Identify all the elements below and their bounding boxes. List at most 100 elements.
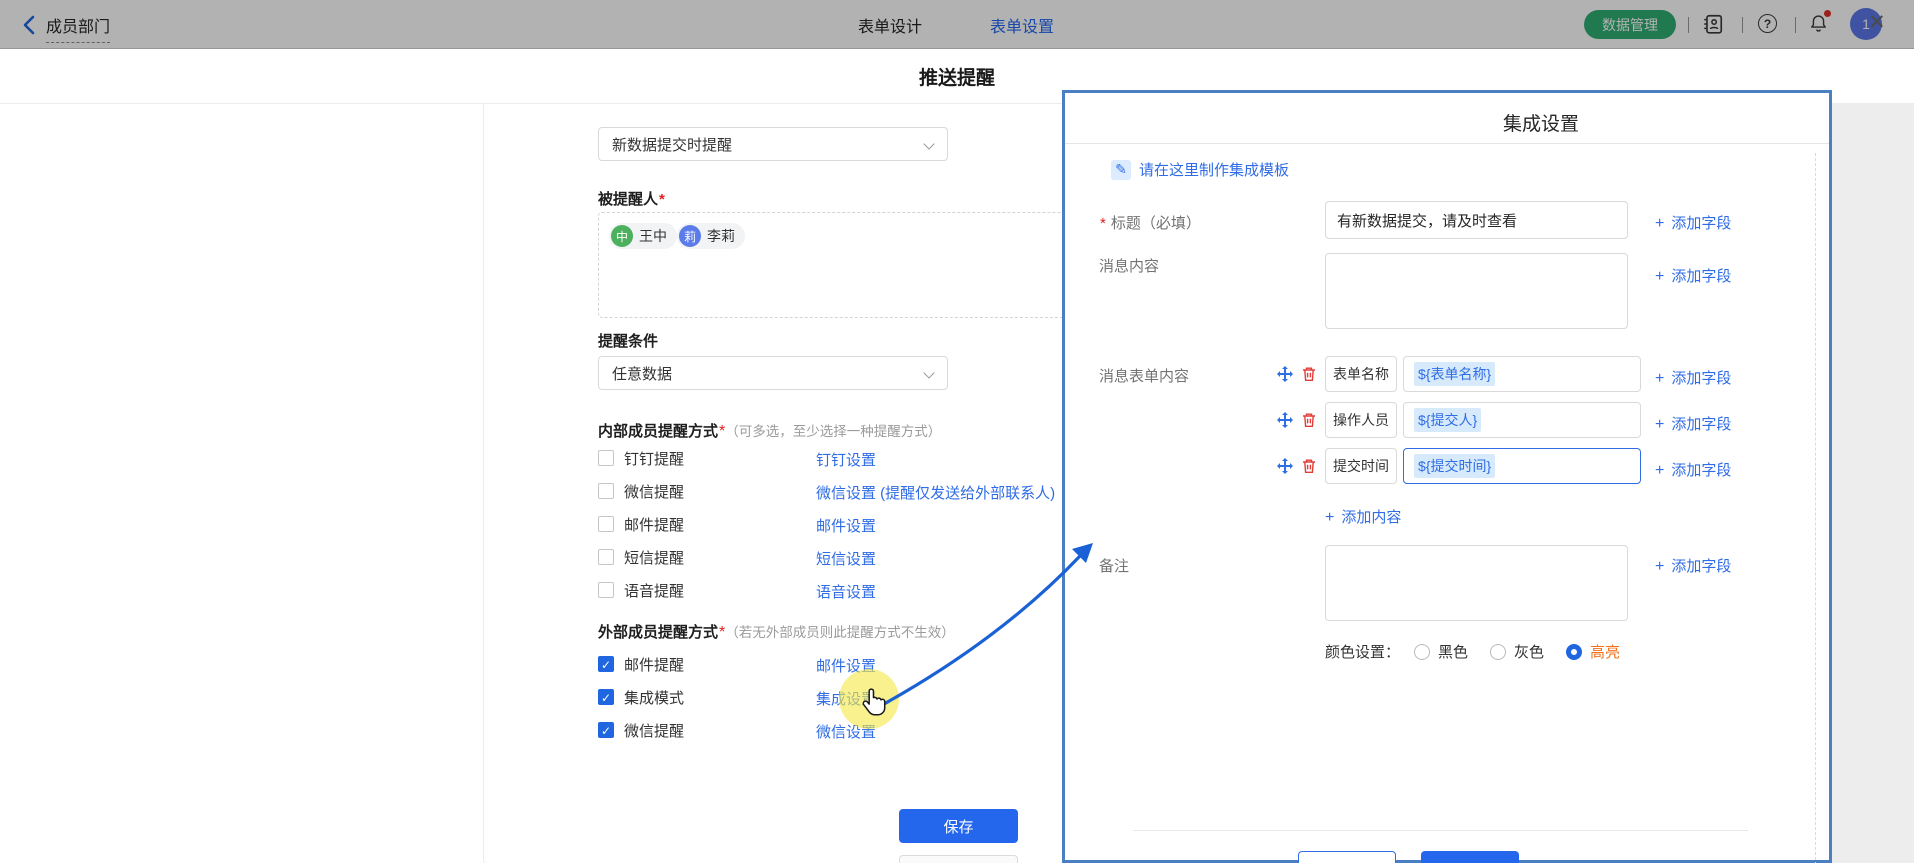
add-field-link[interactable]: +添加字段	[1655, 265, 1731, 286]
reminded-people-picker[interactable]: 中 王中 莉 李莉	[598, 212, 1084, 318]
form-content-row: 提交时间 ${提交时间}	[1277, 448, 1641, 484]
delete-icon[interactable]	[1301, 458, 1317, 474]
chevron-down-icon	[923, 367, 934, 378]
move-icon[interactable]	[1277, 412, 1293, 428]
integration-checkbox-checked[interactable]: ✓	[598, 689, 614, 705]
checkbox-label: 邮件提醒	[624, 514, 684, 535]
condition-value: 任意数据	[612, 363, 672, 384]
required-asterisk: *	[1100, 215, 1106, 232]
divider	[1742, 17, 1743, 33]
email-settings-link[interactable]: 邮件设置	[816, 515, 876, 536]
click-highlight	[839, 669, 899, 729]
delete-icon[interactable]	[1301, 412, 1317, 428]
condition-label: 提醒条件	[598, 330, 658, 351]
tab-form-settings[interactable]: 表单设置	[990, 13, 1054, 37]
sms-reminder-row: 短信提醒 短信设置	[598, 547, 1068, 567]
email-checkbox[interactable]	[598, 516, 614, 532]
sms-settings-link[interactable]: 短信设置	[816, 548, 876, 569]
wechat-settings-link[interactable]: 微信设置 (提醒仅发送给外部联系人)	[816, 482, 1055, 503]
field-name-box[interactable]: 操作人员	[1325, 402, 1397, 438]
integration-mode-row: ✓ 集成模式 集成设置	[598, 687, 1068, 707]
sms-checkbox[interactable]	[598, 549, 614, 565]
variable-input-focused[interactable]: ${提交时间}	[1403, 448, 1641, 484]
add-field-link[interactable]: +添加字段	[1655, 212, 1731, 233]
field-name-box[interactable]: 提交时间	[1325, 448, 1397, 484]
checkbox-label: 短信提醒	[624, 547, 684, 568]
radio-black-label: 黑色	[1438, 641, 1468, 662]
add-content-link[interactable]: +添加内容	[1325, 506, 1401, 527]
member-avatar: 莉	[679, 225, 701, 247]
title-field-label: *标题（必填）	[1099, 212, 1201, 233]
divider	[1133, 830, 1748, 831]
internal-methods-label: 内部成员提醒方式*（可多选，至少选择一种提醒方式）	[598, 420, 941, 441]
checkbox-label: 微信提醒	[624, 720, 684, 741]
form-name-title[interactable]: 成员部门	[46, 13, 110, 43]
clipped-preview-button[interactable]	[1298, 851, 1396, 863]
note-textarea[interactable]	[1325, 545, 1628, 621]
variable-chip: ${提交人}	[1414, 408, 1481, 432]
integration-settings-panel: 集成设置 ✎ 请在这里制作集成模板 *标题（必填） +添加字段 消息内容 +添加…	[1062, 90, 1832, 863]
message-content-textarea[interactable]	[1325, 253, 1628, 329]
add-field-link[interactable]: +添加字段	[1655, 413, 1731, 434]
voice-reminder-row: 语音提醒 语音设置	[598, 580, 1068, 600]
add-field-link[interactable]: +添加字段	[1655, 555, 1731, 576]
wechat-checkbox[interactable]	[598, 483, 614, 499]
variable-input[interactable]: ${表单名称}	[1403, 356, 1641, 392]
app-screen: 成员部门 表单设计 表单设置 数据管理 ? 1 推送提醒 ✕ 新数据提交时提醒	[0, 0, 1914, 863]
add-field-link[interactable]: +添加字段	[1655, 459, 1731, 480]
title-input[interactable]	[1325, 201, 1628, 239]
dingtalk-checkbox[interactable]	[598, 450, 614, 466]
radio-highlight-label: 高亮	[1590, 641, 1620, 662]
notifications-bell-icon[interactable]	[1808, 12, 1830, 36]
divider	[1688, 17, 1689, 33]
ext-wechat-reminder-row: ✓ 微信提醒 微信设置	[598, 720, 1068, 740]
move-icon[interactable]	[1277, 366, 1293, 382]
color-setting-row: 颜色设置： 黑色 灰色 高亮	[1325, 641, 1620, 662]
contacts-icon[interactable]	[1702, 13, 1724, 35]
plus-icon: +	[1655, 268, 1664, 285]
panel-scroll-track[interactable]	[1815, 153, 1816, 863]
back-icon[interactable]	[22, 15, 36, 35]
voice-checkbox[interactable]	[598, 582, 614, 598]
dingtalk-settings-link[interactable]: 钉钉设置	[816, 449, 876, 470]
add-field-link[interactable]: +添加字段	[1655, 367, 1731, 388]
plus-icon: +	[1655, 215, 1664, 232]
field-name-box[interactable]: 表单名称	[1325, 356, 1397, 392]
save-button[interactable]: 保存	[899, 809, 1018, 843]
voice-settings-link[interactable]: 语音设置	[816, 581, 876, 602]
tab-form-design[interactable]: 表单设计	[858, 13, 922, 37]
member-tag[interactable]: 莉 李莉	[677, 223, 745, 249]
push-reminder-form-card: 新数据提交时提醒 被提醒人* 中 王中 莉 李莉 提醒条件 任意数据 内部成员提…	[483, 104, 1083, 863]
variable-input[interactable]: ${提交人}	[1403, 402, 1641, 438]
email-reminder-row: 邮件提醒 邮件设置	[598, 514, 1068, 534]
close-icon[interactable]: ✕	[1868, 10, 1886, 35]
clipped-generate-button[interactable]	[1421, 851, 1519, 863]
ext-email-checkbox-checked[interactable]: ✓	[598, 656, 614, 672]
plus-icon: +	[1655, 416, 1664, 433]
plus-icon: +	[1655, 462, 1664, 479]
condition-select[interactable]: 任意数据	[598, 356, 948, 390]
chevron-down-icon	[923, 138, 934, 149]
checkbox-label: 微信提醒	[624, 481, 684, 502]
data-manage-button[interactable]: 数据管理	[1584, 10, 1676, 39]
trigger-type-select[interactable]: 新数据提交时提醒	[598, 127, 948, 161]
move-icon[interactable]	[1277, 458, 1293, 474]
make-template-link[interactable]: ✎ 请在这里制作集成模板	[1111, 159, 1289, 180]
required-asterisk: *	[659, 191, 665, 208]
variable-chip: ${提交时间}	[1414, 454, 1495, 478]
radio-highlight-selected[interactable]	[1566, 644, 1582, 660]
radio-black[interactable]	[1414, 644, 1430, 660]
delete-icon[interactable]	[1301, 366, 1317, 382]
message-content-label: 消息内容	[1099, 255, 1159, 276]
ext-email-reminder-row: ✓ 邮件提醒 邮件设置	[598, 654, 1068, 674]
form-content-row: 操作人员 ${提交人}	[1277, 402, 1641, 438]
radio-gray[interactable]	[1490, 644, 1506, 660]
help-icon[interactable]: ?	[1758, 14, 1777, 33]
modal-title: 推送提醒	[0, 63, 1914, 90]
plus-icon: +	[1325, 509, 1334, 526]
clipped-secondary-button[interactable]	[899, 855, 1018, 863]
checkbox-label: 集成模式	[624, 687, 684, 708]
ext-wechat-checkbox-checked[interactable]: ✓	[598, 722, 614, 738]
member-name: 李莉	[707, 226, 735, 246]
member-tag[interactable]: 中 王中	[609, 223, 677, 249]
